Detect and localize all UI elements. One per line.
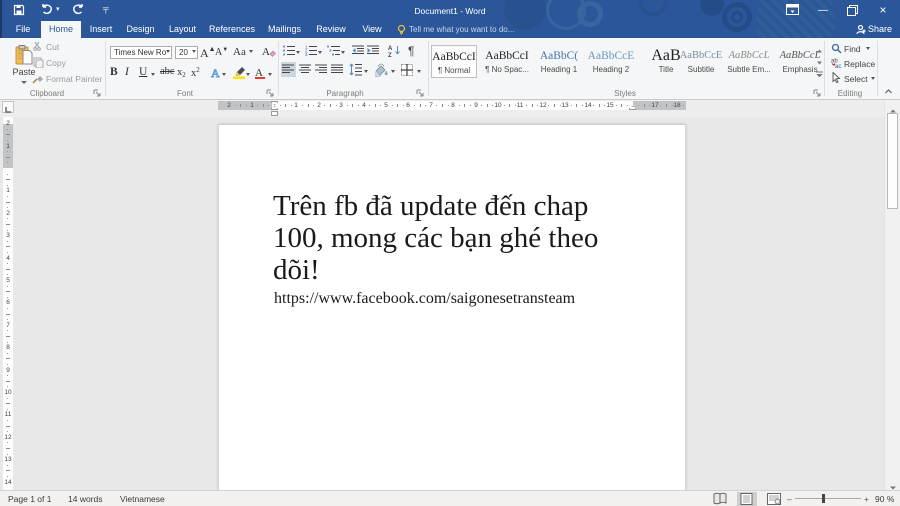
svg-text:Z: Z (388, 53, 392, 57)
svg-text:3: 3 (305, 52, 308, 56)
svg-text:A: A (388, 46, 393, 52)
svg-text:A: A (262, 46, 270, 58)
svg-text:ac: ac (835, 64, 841, 68)
svg-text:A: A (211, 66, 220, 79)
